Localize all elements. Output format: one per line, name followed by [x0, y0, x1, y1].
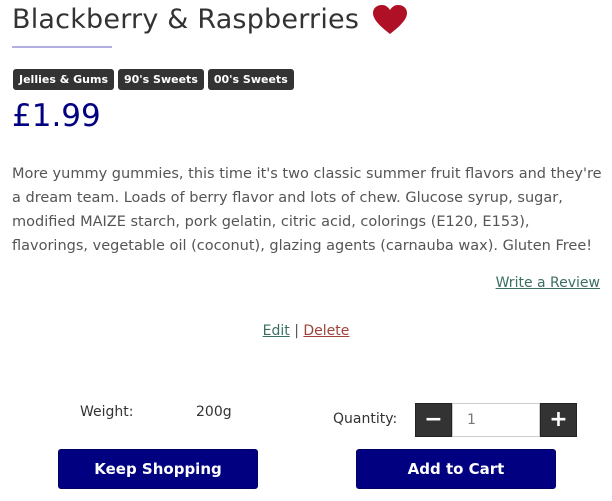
increase-quantity-button[interactable]: + [540, 403, 577, 437]
product-title: Blackberry & Raspberries [12, 4, 360, 35]
write-review-link[interactable]: Write a Review [496, 275, 600, 291]
add-to-cart-button[interactable]: Add to Cart [356, 449, 556, 489]
tag-badge[interactable]: 00's Sweets [207, 69, 294, 90]
product-price: £1.99 [12, 98, 101, 134]
heart-icon-svg [373, 4, 408, 34]
tag-badge[interactable]: Jellies & Gums [13, 69, 114, 90]
quantity-input[interactable] [452, 403, 540, 437]
heart-icon[interactable] [373, 4, 408, 35]
tag-badge[interactable]: 90's Sweets [118, 69, 204, 90]
quantity-label: Quantity: [333, 411, 398, 427]
product-title-row: Blackberry & Raspberries [12, 4, 408, 35]
weight-label: Weight: [80, 404, 134, 420]
link-separator: | [294, 323, 299, 339]
admin-links: Edit | Delete [0, 323, 612, 339]
delete-link[interactable]: Delete [303, 323, 349, 339]
decrease-quantity-button[interactable]: − [415, 403, 452, 437]
tag-list: Jellies & Gums 90's Sweets 00's Sweets [13, 69, 294, 90]
edit-link[interactable]: Edit [263, 323, 290, 339]
keep-shopping-button[interactable]: Keep Shopping [58, 449, 258, 489]
weight-value: 200g [196, 404, 232, 420]
title-underline [12, 46, 112, 48]
product-description: More yummy gummies, this time it's two c… [12, 166, 602, 254]
